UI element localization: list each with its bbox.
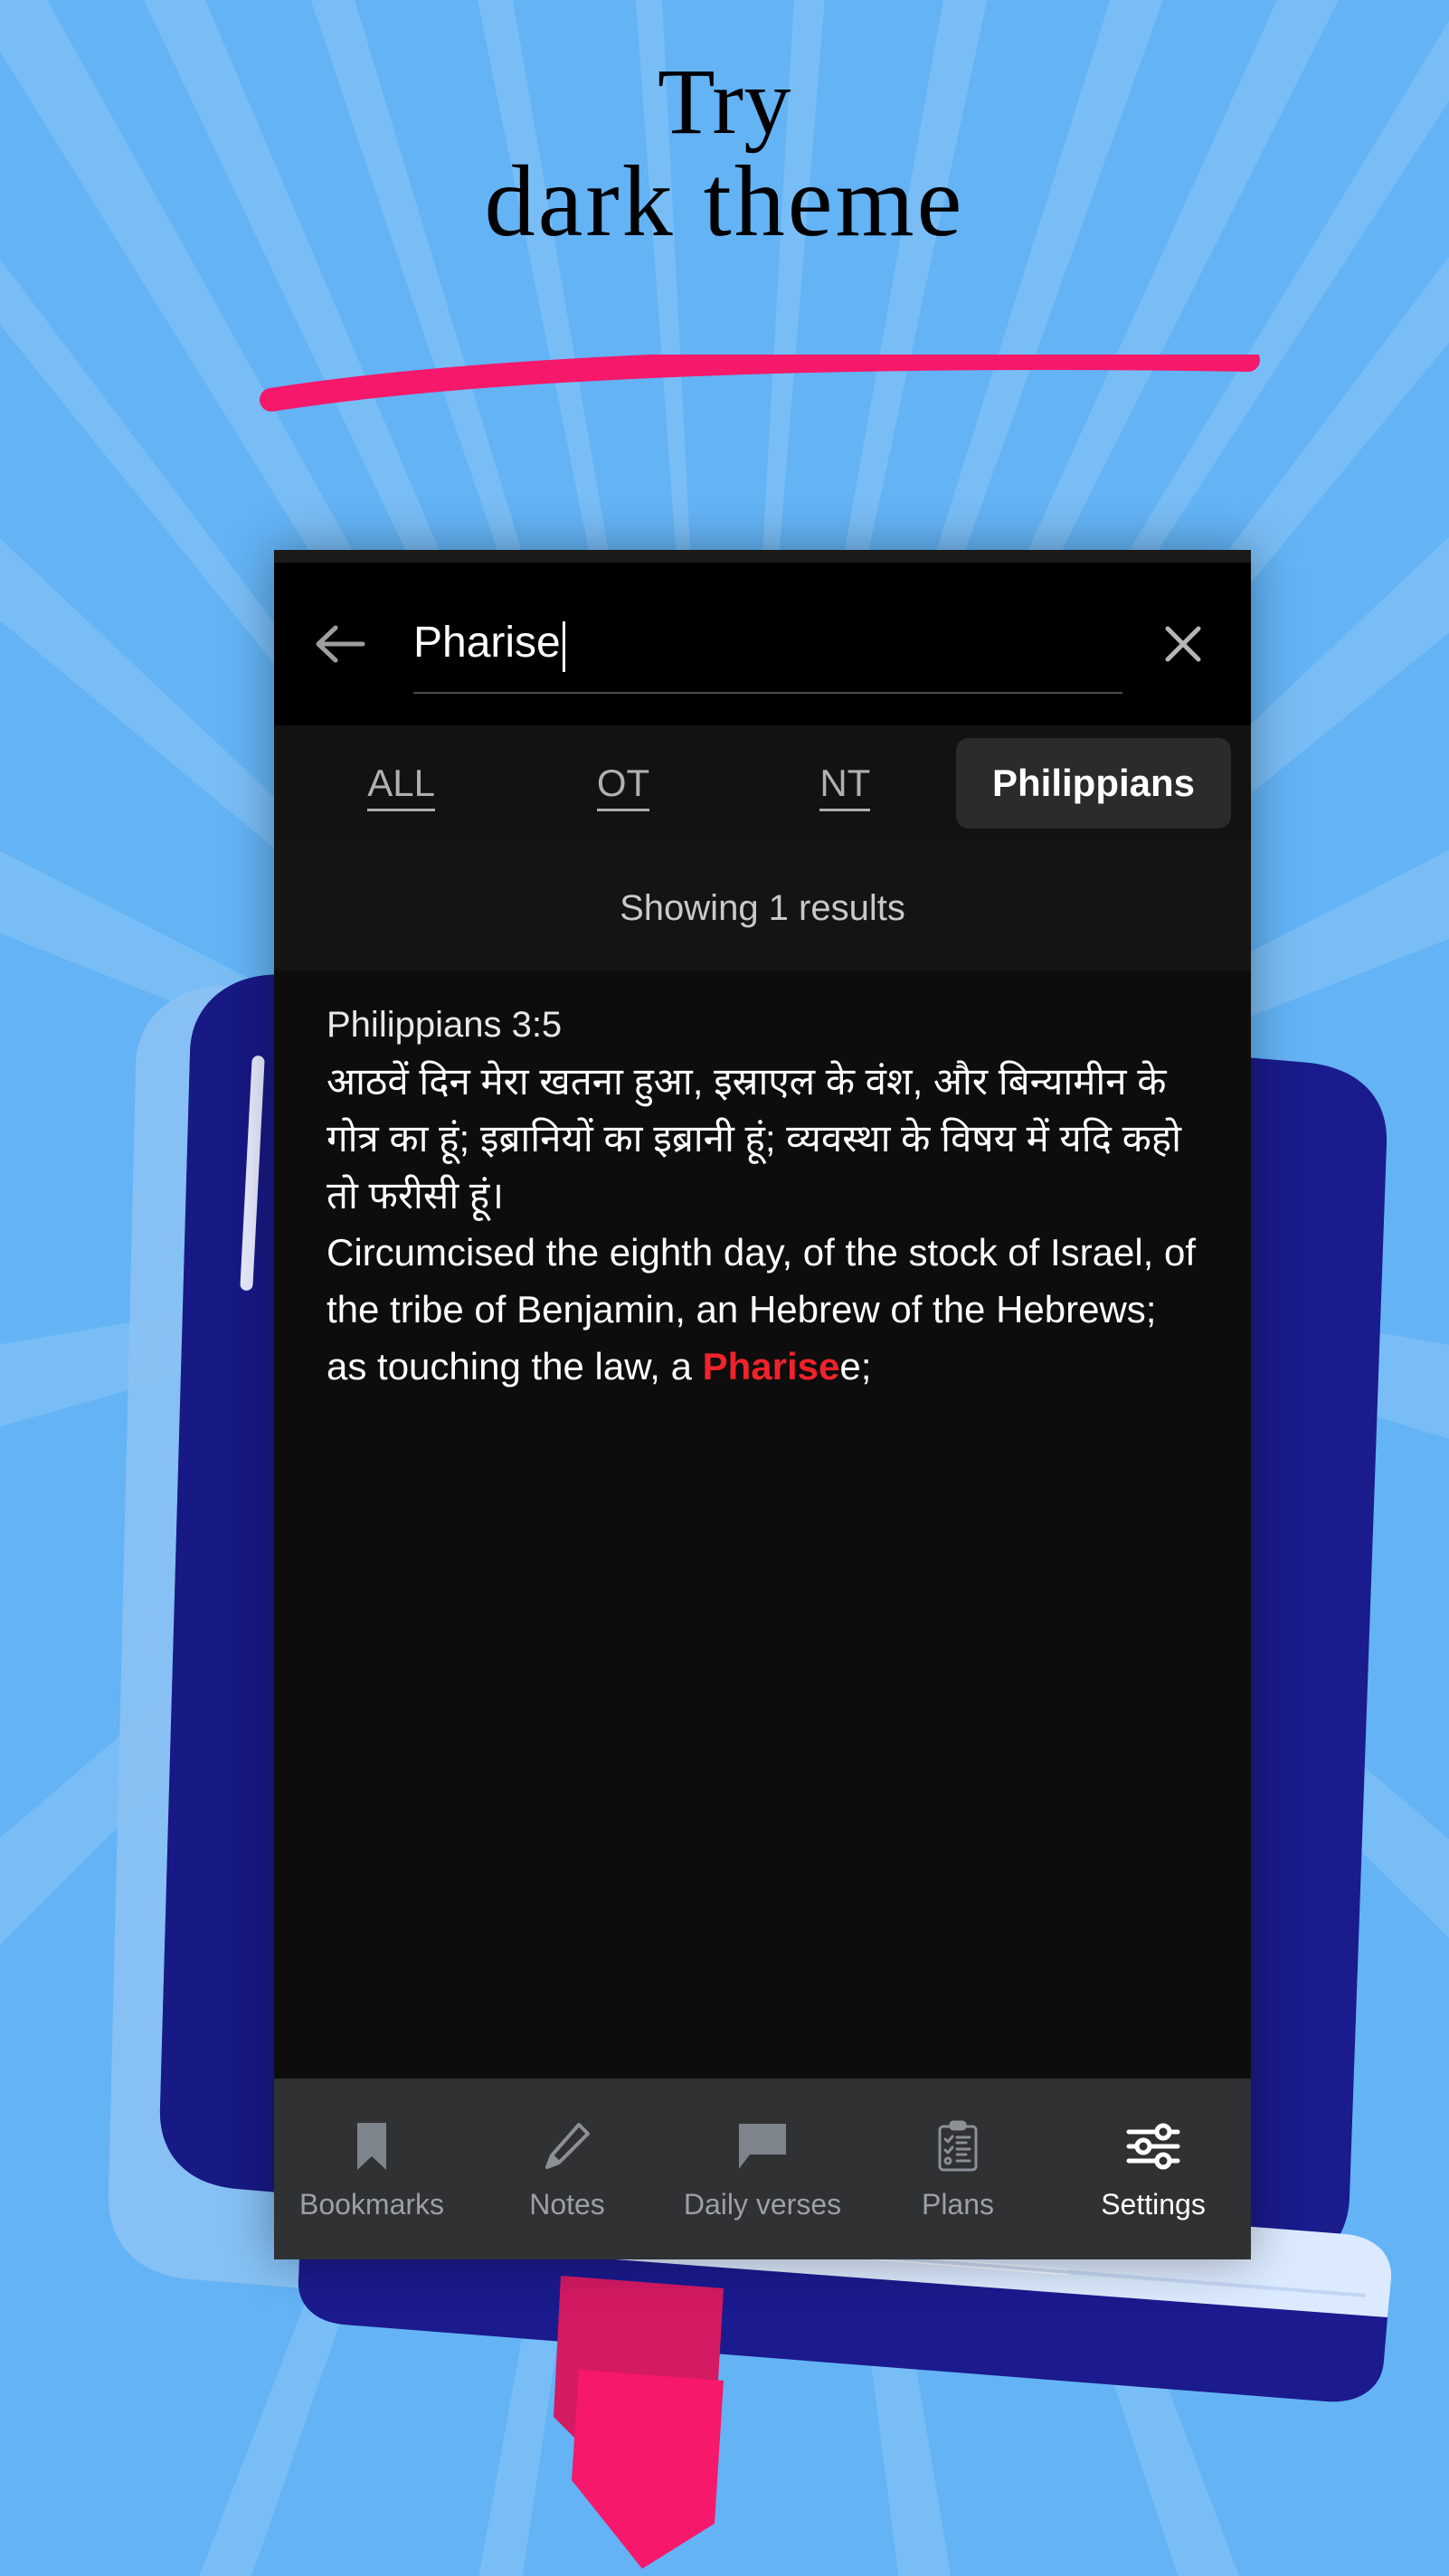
nav-item-daily-verses-label: Daily verses [683,2188,842,2221]
clear-search-button[interactable] [1150,611,1217,677]
bottom-navigation: Bookmarks Notes Daily verses Plans Setti… [274,2079,1251,2259]
nav-item-notes-label: Notes [529,2188,605,2221]
nav-item-bookmarks[interactable]: Bookmarks [274,2119,469,2219]
result-count-label: Showing 1 results [274,841,1251,971]
filter-tab-ot[interactable]: OT [512,762,734,811]
nav-item-daily-verses[interactable]: Daily verses [665,2119,860,2219]
filter-tab-nt[interactable]: NT [734,762,956,811]
search-term-highlight: Pharise [702,1345,840,1387]
verse-reference: Philippians 3:5 [327,1005,563,1045]
result-item[interactable]: Philippians 3:5 आठवें दिन मेरा खतना हुआ,… [327,1005,1198,1395]
nav-item-settings-label: Settings [1101,2188,1206,2221]
filter-tab-all-label: ALL [367,762,436,811]
nav-item-notes[interactable]: Notes [469,2119,665,2219]
filter-tab-all[interactable]: ALL [290,762,512,811]
verse-text-hindi: आठवें दिन मेरा खतना हुआ, इस्राएल के वंश,… [327,1060,1182,1217]
sliders-icon [1125,2119,1181,2174]
nav-item-bookmarks-label: Bookmarks [298,2188,445,2221]
clipboard-checklist-icon [935,2119,980,2174]
underline-stroke-icon [260,355,1260,412]
search-input[interactable]: Pharise [413,594,1122,694]
app-panel: Pharise ALL OT NT Philippians Showing 1 … [274,550,1251,2259]
close-icon [1165,626,1201,662]
nav-item-plans[interactable]: Plans [860,2119,1056,2219]
bookmark-icon [352,2119,392,2174]
promo-screenshot: Try dark theme Pharise ALL OT NT Philipp… [0,0,1449,2576]
verse-text-english-after: e; [839,1345,872,1387]
nav-item-plans-label: Plans [921,2188,995,2221]
back-button[interactable] [308,612,372,676]
text-caret [562,621,565,672]
verse-text: आठवें दिन मेरा खतना हुआ, इस्राएल के वंश,… [327,1053,1198,1395]
filter-tab-ot-label: OT [596,762,650,811]
speech-bubble-icon [735,2119,790,2174]
arrow-left-icon [316,625,365,663]
verse-text-english: Circumcised the eighth day, of the stock… [327,1224,1198,1395]
search-input-value: Pharise [413,619,561,667]
filter-chip-selected-book[interactable]: Philippians [955,738,1232,829]
filter-tabs: ALL OT NT Philippians [274,725,1251,841]
nav-item-settings[interactable]: Settings [1056,2119,1251,2219]
pencil-icon [542,2119,592,2174]
results-list: Philippians 3:5 आठवें दिन मेरा खतना हुआ,… [274,971,1251,2079]
filter-tab-nt-label: NT [819,762,871,811]
status-bar [274,550,1251,563]
search-bar: Pharise [274,563,1251,725]
